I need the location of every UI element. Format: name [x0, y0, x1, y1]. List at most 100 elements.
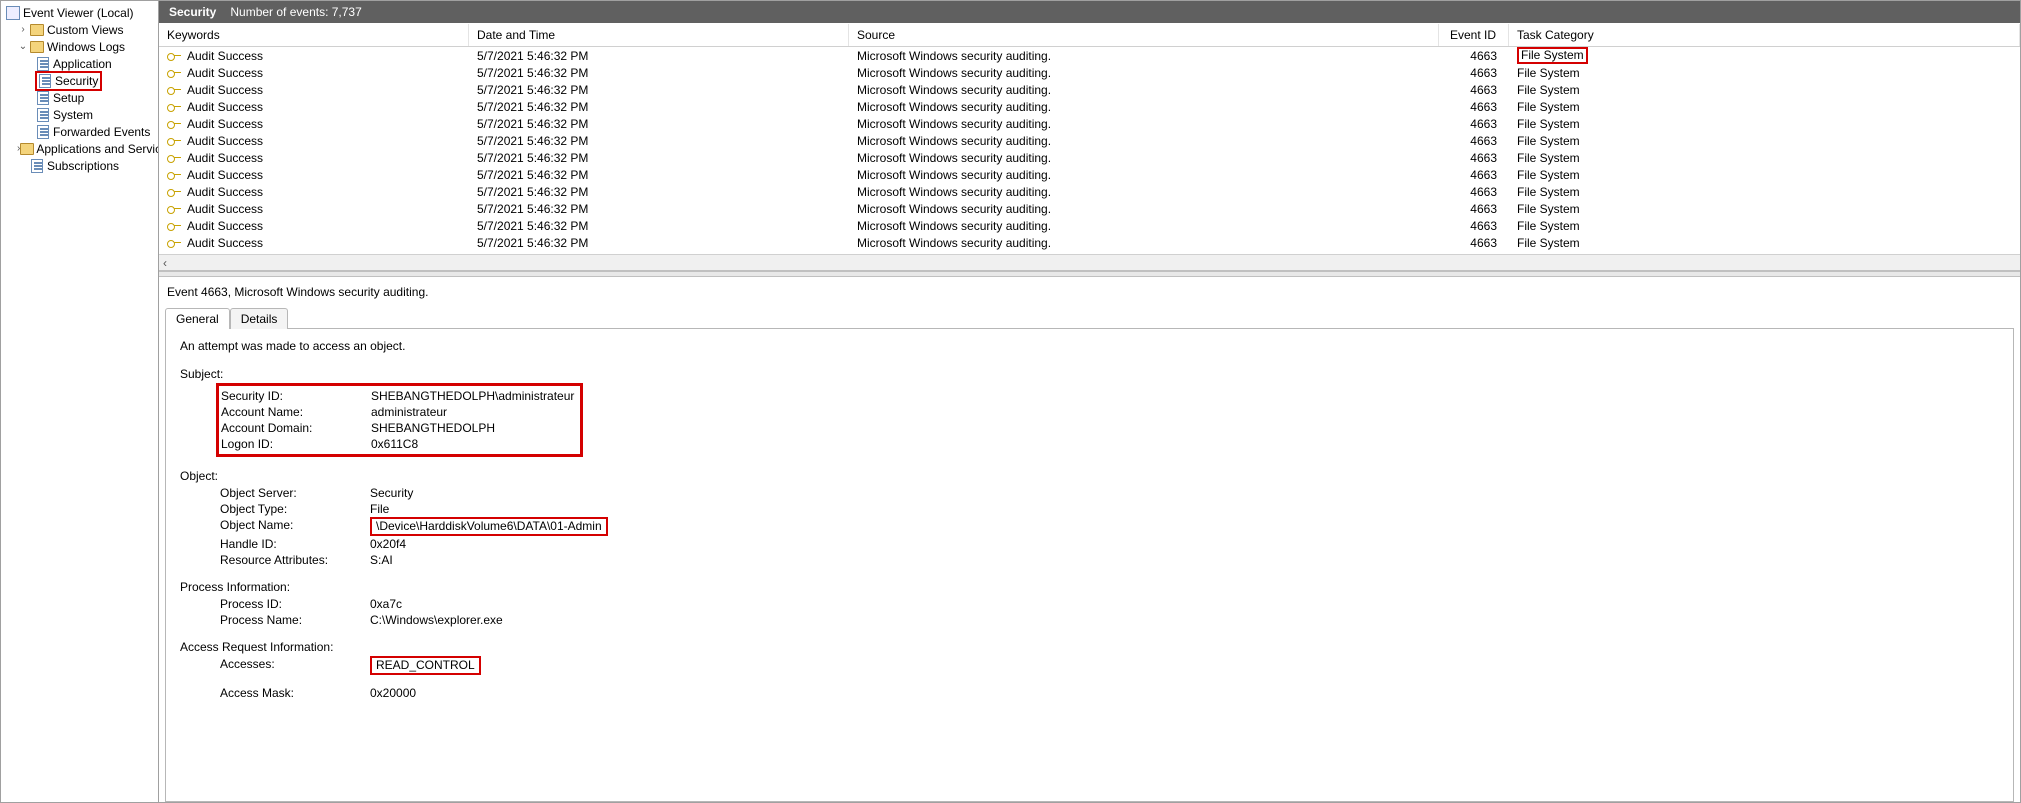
accesses-value: READ_CONTROL: [370, 656, 481, 675]
tree-root[interactable]: Event Viewer (Local): [1, 4, 158, 21]
log-icon: [37, 73, 53, 89]
key-icon: [167, 49, 181, 63]
datetime-value: 5/7/2021 5:46:32 PM: [469, 117, 849, 131]
process-id-label: Process ID:: [220, 596, 370, 612]
log-icon: [35, 90, 51, 106]
object-server-value: Security: [370, 485, 1999, 501]
navigation-tree[interactable]: Event Viewer (Local) › Custom Views ⌄ Wi…: [1, 1, 159, 802]
keywords-value: Audit Success: [187, 168, 263, 182]
access-mask-value: 0x20000: [370, 685, 1999, 701]
folder-icon: [20, 141, 34, 157]
event-summary: An attempt was made to access an object.: [180, 339, 1999, 353]
keywords-value: Audit Success: [187, 219, 263, 233]
tree-label: Application: [53, 57, 112, 71]
col-datetime[interactable]: Date and Time: [469, 24, 849, 46]
source-value: Microsoft Windows security auditing.: [849, 49, 1439, 63]
table-row[interactable]: Audit Success5/7/2021 5:46:32 PMMicrosof…: [159, 200, 2020, 217]
collapse-icon[interactable]: ⌄: [17, 41, 29, 52]
tree-label: Security: [55, 74, 98, 88]
table-row[interactable]: Audit Success5/7/2021 5:46:32 PMMicrosof…: [159, 64, 2020, 81]
task-cell: File System: [1509, 219, 2020, 233]
col-keywords[interactable]: Keywords: [159, 24, 469, 46]
tree-label: Subscriptions: [47, 159, 119, 173]
datetime-value: 5/7/2021 5:46:32 PM: [469, 49, 849, 63]
tree-root-label: Event Viewer (Local): [23, 6, 134, 20]
grid-header[interactable]: Keywords Date and Time Source Event ID T…: [159, 23, 2020, 47]
datetime-value: 5/7/2021 5:46:32 PM: [469, 83, 849, 97]
keywords-value: Audit Success: [187, 134, 263, 148]
resource-attr-value: S:AI: [370, 552, 1999, 568]
col-task[interactable]: Task Category: [1509, 24, 2020, 46]
key-icon: [167, 202, 181, 216]
process-name-value: C:\Windows\explorer.exe: [370, 612, 1999, 628]
object-type-label: Object Type:: [220, 501, 370, 517]
source-value: Microsoft Windows security auditing.: [849, 202, 1439, 216]
table-row[interactable]: Audit Success 5/7/2021 5:46:32 PMMicrosof…: [159, 115, 2020, 132]
table-row[interactable]: Audit Success5/7/2021 5:46:32 PMMicrosof…: [159, 81, 2020, 98]
security-id-label: Security ID:: [221, 388, 371, 404]
tree-label: Windows Logs: [47, 40, 125, 54]
table-row[interactable]: Audit Success 5/7/2021 5:46:32 PMMicrosof…: [159, 47, 2020, 64]
task-cell: File System: [1509, 100, 2020, 114]
eventid-value: 4663: [1439, 151, 1509, 165]
subject-heading: Subject:: [180, 367, 1999, 381]
object-type-value: File: [370, 501, 1999, 517]
keywords-value: Audit Success: [187, 185, 263, 199]
table-row[interactable]: Audit Success5/7/2021 5:46:32 PMMicrosof…: [159, 166, 2020, 183]
log-title: Security: [169, 5, 216, 19]
tree-subscriptions[interactable]: Subscriptions: [1, 157, 158, 174]
keywords-value: Audit Success: [187, 49, 263, 63]
keywords-value: Audit Success: [187, 117, 263, 131]
handle-id-label: Handle ID:: [220, 536, 370, 552]
tab-details[interactable]: Details: [230, 308, 289, 329]
eventid-value: 4663: [1439, 168, 1509, 182]
task-category-value: File System: [1517, 47, 1588, 64]
datetime-value: 5/7/2021 5:46:32 PM: [469, 219, 849, 233]
grid-body[interactable]: Audit Success5/7/2021 5:46:32 PMMicrosof…: [159, 47, 2020, 254]
col-eventid[interactable]: Event ID: [1439, 24, 1509, 46]
log-icon: [35, 124, 51, 140]
table-row[interactable]: Audit Success5/7/2021 5:46:32 PMMicrosof…: [159, 149, 2020, 166]
eventid-value: 4663: [1439, 202, 1509, 216]
event-details: Event 4663, Microsoft Windows security a…: [159, 277, 2020, 802]
eventid-value: 4663: [1439, 66, 1509, 80]
tree-label: Forwarded Events: [53, 125, 150, 139]
task-cell: File System: [1509, 66, 2020, 80]
tree-apps-services[interactable]: › Applications and Services Lo: [1, 140, 158, 157]
horizontal-scrollbar[interactable]: ‹: [159, 254, 2020, 270]
tree-application[interactable]: Application: [1, 55, 158, 72]
table-row[interactable]: Audit Success5/7/2021 5:46:32 PMMicrosof…: [159, 217, 2020, 234]
tree-windows-logs[interactable]: ⌄ Windows Logs: [1, 38, 158, 55]
section-process: Process Information: Process ID: 0xa7c P…: [180, 580, 1999, 628]
event-grid[interactable]: Keywords Date and Time Source Event ID T…: [159, 23, 2020, 271]
eventid-value: 4663: [1439, 185, 1509, 199]
access-heading: Access Request Information:: [180, 640, 1999, 654]
tree-security[interactable]: Security: [1, 72, 158, 89]
table-row[interactable]: Audit Success5/7/2021 5:46:32 PMMicrosof…: [159, 132, 2020, 149]
key-icon: [167, 219, 181, 233]
tree-setup[interactable]: Setup: [1, 89, 158, 106]
task-cell: File System: [1509, 168, 2020, 182]
details-tabs: General Details: [165, 307, 2014, 328]
tree-system[interactable]: System: [1, 106, 158, 123]
tab-general[interactable]: General: [165, 308, 230, 329]
process-name-label: Process Name:: [220, 612, 370, 628]
task-cell: File System: [1509, 47, 2020, 64]
source-value: Microsoft Windows security auditing.: [849, 168, 1439, 182]
main-pane: Security Number of events: 7,737 Keyword…: [159, 1, 2020, 802]
source-value: Microsoft Windows security auditing.: [849, 236, 1439, 250]
table-row[interactable]: Audit Success5/7/2021 5:46:32 PMMicrosof…: [159, 183, 2020, 200]
expand-icon[interactable]: ›: [17, 24, 29, 35]
col-source[interactable]: Source: [849, 24, 1439, 46]
datetime-value: 5/7/2021 5:46:32 PM: [469, 100, 849, 114]
logon-id-label: Logon ID:: [221, 436, 371, 452]
details-body[interactable]: An attempt was made to access an object.…: [165, 328, 2014, 802]
tree-forwarded[interactable]: Forwarded Events: [1, 123, 158, 140]
tree-custom-views[interactable]: › Custom Views: [1, 21, 158, 38]
table-row[interactable]: Audit Success5/7/2021 5:46:32 PMMicrosof…: [159, 234, 2020, 251]
account-domain-label: Account Domain:: [221, 420, 371, 436]
table-row[interactable]: Audit Success5/7/2021 5:46:32 PMMicrosof…: [159, 98, 2020, 115]
source-value: Microsoft Windows security auditing.: [849, 117, 1439, 131]
object-heading: Object:: [180, 469, 1999, 483]
eventid-value: 4663: [1439, 100, 1509, 114]
